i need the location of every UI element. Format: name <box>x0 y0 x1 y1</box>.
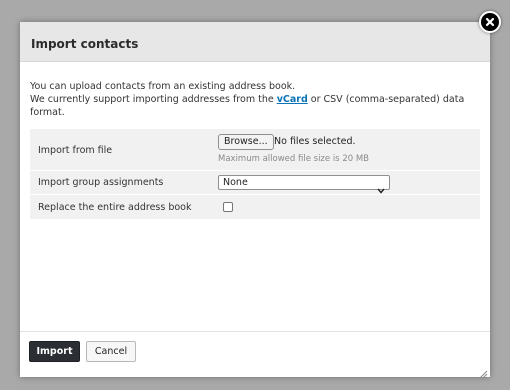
group-assignments-value: None <box>223 177 248 188</box>
dialog-title: Import contacts <box>31 37 139 51</box>
browse-button[interactable]: Browse... <box>218 134 274 150</box>
intro-text: You can upload contacts from an existing… <box>30 80 480 119</box>
intro-line-2: We currently support importing addresses… <box>30 93 480 119</box>
dialog-footer: Import Cancel <box>20 331 490 377</box>
intro-line-2-start: We currently support importing addresses… <box>30 94 277 105</box>
close-icon[interactable] <box>479 11 501 33</box>
file-status-text: No files selected. <box>274 136 356 147</box>
vcard-link[interactable]: vCard <box>277 94 308 105</box>
import-contacts-dialog: Import contacts You can upload contacts … <box>20 22 490 379</box>
dialog-titlebar: Import contacts <box>20 22 490 62</box>
resize-grip-icon[interactable] <box>478 364 488 379</box>
import-group-row: Import group assignments None <box>30 171 480 195</box>
file-size-hint: Maximum allowed file size is 20 MB <box>218 154 369 164</box>
import-file-row: Import from file Browse... No files sele… <box>30 129 480 171</box>
import-button[interactable]: Import <box>29 341 80 362</box>
replace-label: Replace the entire address book <box>38 202 192 213</box>
replace-row: Replace the entire address book <box>30 195 480 220</box>
import-file-label: Import from file <box>38 145 113 156</box>
group-assignments-select[interactable]: None <box>218 175 390 194</box>
import-group-label: Import group assignments <box>38 177 164 188</box>
import-form: Import from file Browse... No files sele… <box>30 129 480 220</box>
cancel-button[interactable]: Cancel <box>86 341 136 362</box>
replace-checkbox[interactable] <box>223 202 233 212</box>
intro-line-1: You can upload contacts from an existing… <box>30 81 296 92</box>
